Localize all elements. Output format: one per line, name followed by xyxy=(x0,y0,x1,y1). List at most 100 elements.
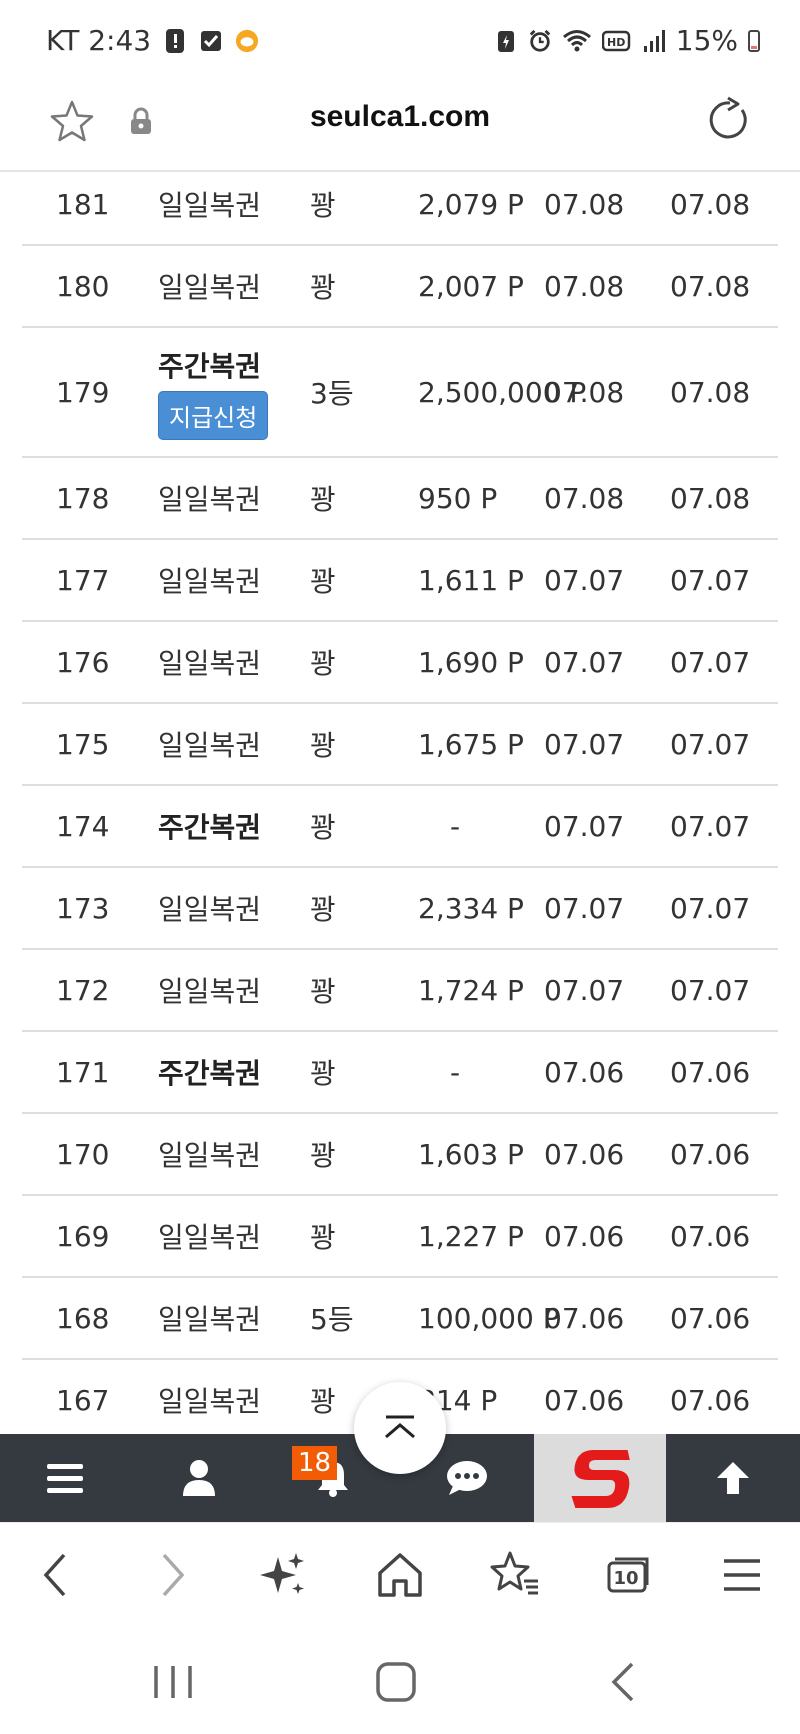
url-text[interactable]: seulca1.com xyxy=(0,100,800,134)
prize-rank: 5등 xyxy=(310,1303,354,1336)
home-icon[interactable] xyxy=(370,1545,430,1605)
table-row: 174 주간복권 꽝 - 07.07 07.07 xyxy=(22,786,778,868)
battery-percent: 15% xyxy=(675,24,738,57)
row-number: 180 xyxy=(56,269,110,303)
reload-icon[interactable] xyxy=(704,96,752,144)
prize-amount: 100,000 P xyxy=(418,1301,560,1335)
user-button[interactable] xyxy=(134,1434,264,1522)
row-number: 176 xyxy=(56,645,110,679)
draw-date: 07.08 xyxy=(544,375,625,409)
prize-amount: - xyxy=(450,1055,461,1089)
lottery-type: 일일복권 xyxy=(158,1221,262,1254)
checkbox-icon xyxy=(201,30,222,51)
prize-amount: - xyxy=(450,809,461,843)
row-number: 174 xyxy=(56,809,110,843)
prize-amount: 1,724 P xyxy=(418,973,524,1007)
back-icon[interactable] xyxy=(26,1545,86,1605)
draw-date: 07.07 xyxy=(544,809,625,843)
table-row: 170 일일복권 꽝 1,603 P 07.06 07.06 xyxy=(22,1114,778,1196)
prize-amount: 1,227 P xyxy=(418,1219,524,1253)
lottery-type: 일일복권 xyxy=(158,647,262,680)
lottery-type: 일일복권 xyxy=(158,189,262,222)
lottery-type-cell: 주간복권 xyxy=(158,786,261,866)
prize-amount: 1,675 P xyxy=(418,727,524,761)
prize-amount: 2,007 P xyxy=(418,269,524,303)
menu-icon xyxy=(47,1464,83,1493)
lottery-type-cell: 일일복권 xyxy=(158,1278,261,1358)
wifi-icon xyxy=(562,29,591,51)
prize-rank: 꽝 xyxy=(310,647,336,680)
result-date: 07.06 xyxy=(670,1383,751,1417)
status-right: HD 15% xyxy=(494,24,760,57)
row-number: 173 xyxy=(56,891,110,925)
recent-apps-icon[interactable] xyxy=(148,1662,198,1702)
table-row: 173 일일복권 꽝 2,334 P 07.07 07.07 xyxy=(22,868,778,950)
lottery-type: 일일복권 xyxy=(158,893,262,926)
back-nav-icon[interactable] xyxy=(600,1660,650,1704)
draw-date: 07.08 xyxy=(544,269,625,303)
result-date: 07.07 xyxy=(670,809,751,843)
prize-rank: 꽝 xyxy=(310,483,336,516)
draw-date: 07.07 xyxy=(544,727,625,761)
lottery-type: 일일복권 xyxy=(158,1303,262,1336)
result-date: 07.06 xyxy=(670,1301,751,1335)
menu-button[interactable] xyxy=(0,1434,130,1522)
prize-amount: 1,690 P xyxy=(418,645,524,679)
browser-menu-icon[interactable] xyxy=(712,1545,772,1605)
draw-date: 07.06 xyxy=(544,1137,625,1171)
lottery-type-cell: 주간복권 xyxy=(158,1032,261,1112)
bookmarks-icon[interactable] xyxy=(484,1545,544,1605)
result-date: 07.07 xyxy=(670,563,751,597)
result-date: 07.07 xyxy=(670,645,751,679)
row-number: 168 xyxy=(56,1301,110,1335)
prize-amount: 2,334 P xyxy=(418,891,524,925)
row-number: 170 xyxy=(56,1137,110,1171)
row-number: 181 xyxy=(56,187,110,221)
claim-payout-button[interactable]: 지급신청 xyxy=(158,390,269,440)
lottery-type-cell: 일일복권 xyxy=(158,950,261,1030)
prize-amount: 2,079 P xyxy=(418,187,524,221)
ai-sparkle-icon[interactable] xyxy=(254,1545,314,1605)
hd-icon: HD xyxy=(601,30,631,51)
forward-icon[interactable] xyxy=(142,1545,202,1605)
battery-icon xyxy=(748,29,760,52)
user-icon xyxy=(183,1460,215,1496)
result-date: 07.08 xyxy=(670,187,751,221)
lottery-type-cell: 일일복권 xyxy=(158,1196,261,1276)
carrier-time: KT 2:43 xyxy=(46,24,152,57)
prize-rank: 꽝 xyxy=(310,1385,336,1418)
lottery-type: 일일복권 xyxy=(158,483,262,516)
site-logo[interactable] xyxy=(534,1434,666,1522)
tab-count: 10 xyxy=(613,1567,639,1589)
chat-icon xyxy=(447,1461,487,1495)
lottery-type: 일일복권 xyxy=(158,729,262,762)
alert-icon xyxy=(166,28,185,53)
result-date: 07.07 xyxy=(670,973,751,1007)
prize-amount: 950 P xyxy=(418,481,498,515)
lottery-type-cell: 일일복권 xyxy=(158,1114,261,1194)
row-number: 169 xyxy=(56,1219,110,1253)
prize-rank: 꽝 xyxy=(310,1221,336,1254)
result-date: 07.08 xyxy=(670,269,751,303)
svg-text:HD: HD xyxy=(607,36,625,49)
lottery-type-cell: 일일복권 xyxy=(158,868,261,948)
result-date: 07.06 xyxy=(670,1055,751,1089)
lottery-type: 일일복권 xyxy=(158,271,262,304)
lottery-type-cell: 일일복권 xyxy=(158,622,261,702)
table-row: 169 일일복권 꽝 1,227 P 07.06 07.06 xyxy=(22,1196,778,1278)
tabs-button[interactable]: 10 xyxy=(598,1545,658,1605)
table-row: 176 일일복권 꽝 1,690 P 07.07 07.07 xyxy=(22,622,778,704)
scroll-to-top-button[interactable] xyxy=(354,1382,446,1474)
lottery-type-cell: 일일복권 xyxy=(158,458,261,538)
prize-rank: 3등 xyxy=(310,377,354,410)
home-nav-icon[interactable] xyxy=(372,1660,422,1704)
android-nav-bar xyxy=(0,1628,800,1734)
row-number: 175 xyxy=(56,727,110,761)
status-left: KT 2:43 xyxy=(46,24,259,57)
result-date: 07.07 xyxy=(670,727,751,761)
lottery-type: 일일복권 xyxy=(158,1385,262,1418)
draw-date: 07.07 xyxy=(544,891,625,925)
table-row: 168 일일복권 5등 100,000 P 07.06 07.06 xyxy=(22,1278,778,1360)
page-top-button[interactable] xyxy=(668,1434,798,1522)
prize-rank: 꽝 xyxy=(310,893,336,926)
